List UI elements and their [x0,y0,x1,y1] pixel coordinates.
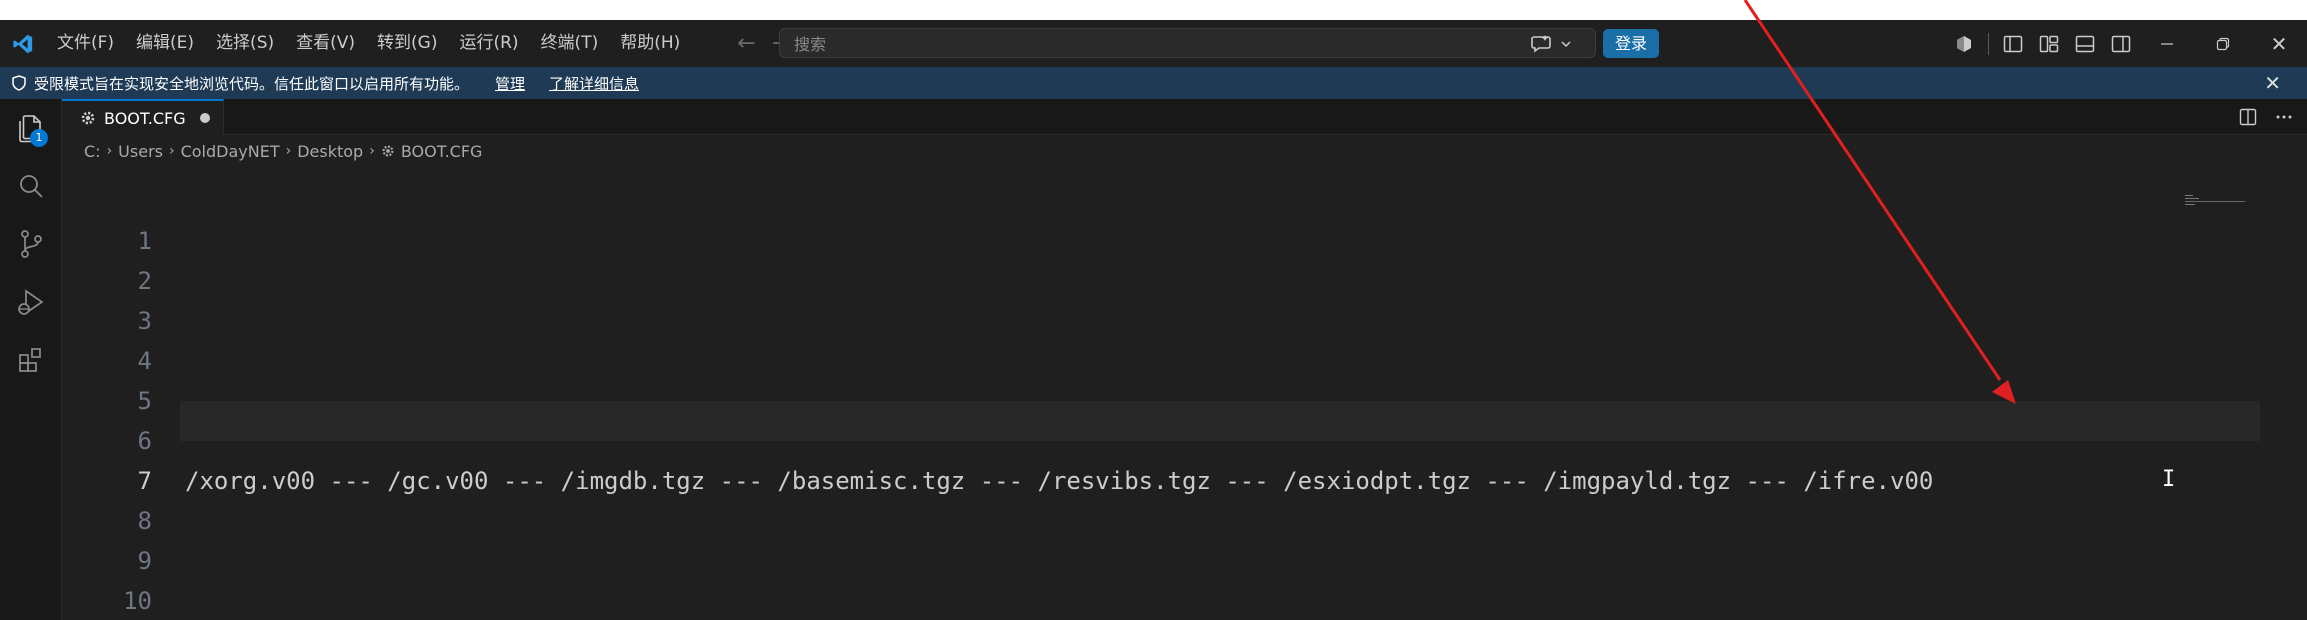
line-number: 2 [137,267,152,295]
toggle-panel-icon[interactable] [2067,20,2103,67]
learn-more-link[interactable]: 了解详细信息 [549,73,639,94]
line-number-gutter: 1 2 3 4 5 6 7 8 9 10 [62,167,152,620]
customize-layout-icon[interactable] [2031,20,2067,67]
code-editor[interactable]: 1 2 3 4 5 6 7 8 9 10 /xorg.v00 --- /gc.v… [62,167,2307,620]
activity-bar: 1 [0,99,62,620]
breadcrumb: C: › Users › ColdDayNET › Desktop › BOOT… [62,135,482,167]
close-window-button[interactable]: ✕ [2251,20,2307,67]
line-number: 10 [123,587,152,615]
toggle-secondary-sidebar-icon[interactable] [2103,20,2139,67]
unsaved-dot-icon[interactable] [199,113,210,123]
line-number: 3 [137,307,152,335]
current-line-highlight [180,401,2260,441]
chevron-down-icon[interactable] [1560,38,1572,50]
separator [1988,32,1989,55]
accounts-icon[interactable] [1946,20,1982,67]
minimize-icon [2161,42,2173,45]
menu-bar: 文件(F) 编辑(E) 选择(S) 查看(V) 转到(G) 运行(R) 终端(T… [46,20,691,67]
chevron-right-icon: › [285,143,292,159]
signin-button[interactable]: 登录 [1603,29,1659,58]
search-view-button[interactable] [0,157,62,215]
restore-button[interactable] [2195,20,2251,67]
text-cursor-icon: I [2162,467,2176,492]
line-number-active: 7 [137,467,152,495]
manage-link[interactable]: 管理 [495,73,525,94]
copilot-menu[interactable] [1530,33,1590,55]
breadcrumb-drive[interactable]: C: [84,142,101,161]
breadcrumb-desktop[interactable]: Desktop [297,142,363,161]
vscode-window: 文件(F) 编辑(E) 选择(S) 查看(V) 转到(G) 运行(R) 终端(T… [0,20,2307,620]
breadcrumb-users[interactable]: Users [118,142,163,161]
breadcrumb-user[interactable]: ColdDayNET [181,142,280,161]
menu-selection[interactable]: 选择(S) [205,20,285,67]
source-control-icon [21,230,42,258]
shield-icon [12,75,26,91]
toggle-primary-sidebar-icon[interactable] [1995,20,2031,67]
editor-actions [2239,99,2293,135]
menu-edit[interactable]: 编辑(E) [125,20,205,67]
chevron-right-icon: › [168,143,175,159]
copilot-icon[interactable] [1530,34,1552,54]
back-arrow-icon[interactable]: ← [737,31,755,56]
restricted-mode-banner: 受限模式旨在实现安全地浏览代码。信任此窗口以启用所有功能。 管理 了解详细信息 … [0,67,2307,99]
minimize-button[interactable] [2139,20,2195,67]
menu-go[interactable]: 转到(G) [366,20,448,67]
run-debug-button[interactable] [0,273,62,331]
editor-tabs: BOOT.CFG [62,99,2307,135]
split-editor-icon[interactable] [2239,108,2257,126]
explorer-badge: 1 [30,129,48,147]
line-number: 9 [137,547,152,575]
explorer-button[interactable]: 1 [0,99,62,157]
line-number: 1 [137,227,152,255]
tab-boot-cfg[interactable]: BOOT.CFG [62,99,224,135]
more-actions-icon[interactable] [2275,114,2293,120]
extensions-button[interactable] [0,331,62,389]
menu-view[interactable]: 查看(V) [285,20,366,67]
line-number: 8 [137,507,152,535]
menu-help[interactable]: 帮助(H) [609,20,691,67]
menu-terminal[interactable]: 终端(T) [530,20,610,67]
run-debug-icon [18,289,44,315]
restore-icon [2216,37,2230,50]
banner-close-icon[interactable]: ✕ [2264,71,2281,95]
code-line-7[interactable]: /xorg.v00 --- /gc.v00 --- /imgdb.tgz ---… [185,461,1933,501]
source-control-button[interactable] [0,215,62,273]
extensions-icon [19,348,41,372]
title-bar: 文件(F) 编辑(E) 选择(S) 查看(V) 转到(G) 运行(R) 终端(T… [0,20,2307,67]
tab-label: BOOT.CFG [104,108,186,128]
command-center-search[interactable] [779,28,1596,58]
menu-run[interactable]: 运行(R) [448,20,529,67]
gear-icon [381,144,395,158]
close-icon: ✕ [2270,31,2288,56]
breadcrumb-file[interactable]: BOOT.CFG [401,142,483,161]
minimap[interactable] [2185,195,2245,209]
banner-message: 受限模式旨在实现安全地浏览代码。信任此窗口以启用所有功能。 [34,74,470,93]
line-number: 6 [137,427,152,455]
chevron-right-icon: › [369,143,375,159]
search-input[interactable] [792,31,1396,57]
line-number: 5 [137,387,152,415]
gear-icon [80,110,96,126]
chevron-right-icon: › [106,143,113,159]
title-bar-controls: ✕ [1946,20,2307,67]
search-icon [20,175,43,198]
menu-file[interactable]: 文件(F) [46,20,125,67]
line-number: 4 [137,347,152,375]
vscode-logo-icon [0,20,46,67]
